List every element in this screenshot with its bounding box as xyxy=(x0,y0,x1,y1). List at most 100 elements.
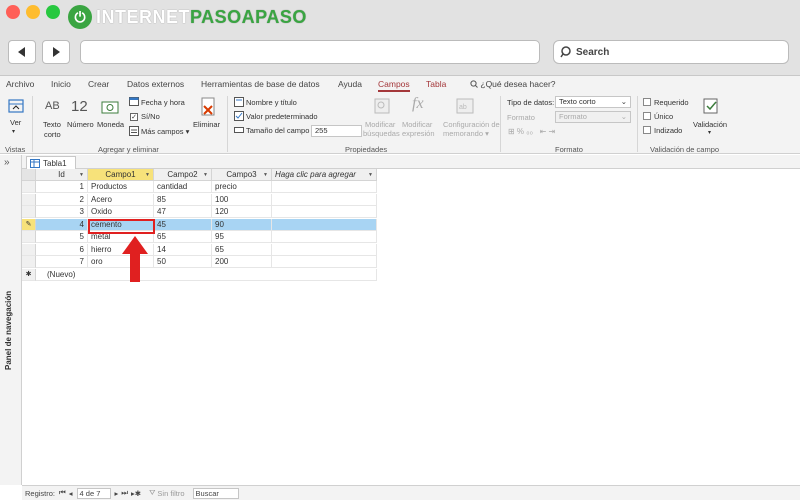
record-position-input[interactable]: 4 de 7 xyxy=(76,487,111,499)
new-record-row[interactable]: ✱ (Nuevo) xyxy=(22,268,377,281)
indexed-checkbox[interactable] xyxy=(643,126,651,134)
previous-record-button[interactable]: ◂ xyxy=(69,489,73,498)
cell-id[interactable]: 5 xyxy=(36,231,88,243)
tab-datos-externos[interactable]: Datos externos xyxy=(127,79,184,89)
ver-button[interactable]: Ver xyxy=(10,118,21,127)
cell-add-field[interactable] xyxy=(272,231,377,243)
table-row[interactable]: 3 Oxido 47 120 xyxy=(22,206,377,218)
row-selector[interactable] xyxy=(22,193,36,206)
cell-campo3[interactable]: 90 xyxy=(212,218,272,231)
modify-lookups-button[interactable]: Modificar xyxy=(365,120,395,129)
tab-archivo[interactable]: Archivo xyxy=(6,79,34,89)
cell-campo3[interactable]: precio xyxy=(212,181,272,193)
column-dropdown-icon[interactable]: ▼ xyxy=(263,172,268,178)
next-record-button[interactable]: ▸ xyxy=(115,489,119,498)
modify-lookups-button-line2[interactable]: búsquedas xyxy=(363,129,400,138)
forward-button[interactable] xyxy=(42,40,70,64)
address-bar[interactable] xyxy=(80,40,540,64)
currency-button[interactable]: Moneda xyxy=(97,120,124,129)
modify-expression-button[interactable]: Modificar xyxy=(402,120,432,129)
row-selector[interactable] xyxy=(22,231,36,243)
format-buttons-icons[interactable]: ⊞ % ₀₀ ⇤ ⇥ xyxy=(508,127,555,136)
filter-status[interactable]: Sin filtro xyxy=(157,489,184,498)
cell-add-field[interactable] xyxy=(272,193,377,206)
select-all-corner[interactable] xyxy=(22,169,36,181)
cell-add-field[interactable] xyxy=(272,243,377,256)
column-header-campo3[interactable]: Campo3 ▼ xyxy=(212,169,272,181)
tab-herramientas[interactable]: Herramientas de base de datos xyxy=(201,79,320,89)
table-row[interactable]: ✎ 4 cemento 45 90 xyxy=(22,218,377,231)
cell-campo1[interactable]: Oxido xyxy=(88,206,154,218)
tab-tabla[interactable]: Tabla xyxy=(426,79,446,89)
tab-tabla1[interactable]: Tabla1 xyxy=(26,156,76,169)
table-row[interactable]: 5 metal 65 95 xyxy=(22,231,377,243)
last-record-button[interactable]: ⏭ xyxy=(121,488,128,498)
new-record-button[interactable]: ▸✱ xyxy=(131,489,141,498)
browser-search-box[interactable]: Search xyxy=(553,40,789,64)
tab-ayuda[interactable]: Ayuda xyxy=(338,79,362,89)
cell-add-field[interactable] xyxy=(272,218,377,231)
ver-dropdown-icon[interactable]: ▾ xyxy=(12,128,15,135)
table-row[interactable]: 6 hierro 14 65 xyxy=(22,243,377,256)
cell-campo2[interactable]: 14 xyxy=(154,243,212,256)
cell-campo2[interactable]: 47 xyxy=(154,206,212,218)
cell-campo2[interactable]: 50 xyxy=(154,256,212,268)
date-time-button[interactable]: Fecha y hora xyxy=(141,98,185,107)
search-records-input[interactable]: Buscar xyxy=(192,487,239,499)
column-dropdown-icon[interactable]: ▼ xyxy=(79,172,84,178)
cell-id[interactable]: 4 xyxy=(36,218,88,231)
column-header-campo1[interactable]: Campo1 ▼ xyxy=(88,169,154,181)
tab-crear[interactable]: Crear xyxy=(88,79,109,89)
short-text-button[interactable]: Texto xyxy=(43,120,61,129)
cell-campo3[interactable]: 120 xyxy=(212,206,272,218)
tell-me-search[interactable]: ¿Qué desea hacer? xyxy=(470,79,556,89)
cell-campo3[interactable]: 200 xyxy=(212,256,272,268)
new-record-cell[interactable]: (Nuevo) xyxy=(36,268,377,281)
name-caption-button[interactable]: Nombre y título xyxy=(246,98,297,107)
modify-expression-button-line2[interactable]: expresión xyxy=(402,129,435,138)
cell-id[interactable]: 3 xyxy=(36,206,88,218)
unique-checkbox[interactable] xyxy=(643,112,651,120)
default-value-button[interactable]: Valor predeterminado xyxy=(246,112,318,121)
cell-id[interactable]: 1 xyxy=(36,181,88,193)
cell-campo3[interactable]: 95 xyxy=(212,231,272,243)
yes-no-button[interactable]: Sí/No xyxy=(141,112,160,121)
validation-button[interactable]: Validación xyxy=(693,120,727,129)
validation-dropdown-icon[interactable]: ▾ xyxy=(708,129,711,136)
cell-add-field[interactable] xyxy=(272,206,377,218)
table-row[interactable]: 7 oro 50 200 xyxy=(22,256,377,268)
required-checkbox[interactable] xyxy=(643,98,651,106)
memo-settings-button-line2[interactable]: memorando ▾ xyxy=(443,129,489,138)
data-type-select[interactable]: Texto corto ⌄ xyxy=(555,96,631,108)
cell-campo2[interactable]: cantidad xyxy=(154,181,212,193)
table-row[interactable]: 2 Acero 85 100 xyxy=(22,193,377,206)
cell-campo2[interactable]: 65 xyxy=(154,231,212,243)
table-row[interactable]: 1 Productos cantidad precio xyxy=(22,181,377,193)
cell-id[interactable]: 6 xyxy=(36,243,88,256)
cell-campo2[interactable]: 85 xyxy=(154,193,212,206)
first-record-button[interactable]: ⏮ xyxy=(59,488,66,498)
cell-campo3[interactable]: 65 xyxy=(212,243,272,256)
tab-campos[interactable]: Campos xyxy=(378,79,410,92)
cell-add-field[interactable] xyxy=(272,256,377,268)
row-selector[interactable] xyxy=(22,243,36,256)
maximize-window-button[interactable] xyxy=(46,5,60,19)
tab-inicio[interactable]: Inicio xyxy=(51,79,71,89)
cell-add-field[interactable] xyxy=(272,181,377,193)
cell-campo1[interactable]: Productos xyxy=(88,181,154,193)
format-select[interactable]: Formato ⌄ xyxy=(555,111,631,123)
field-size-input[interactable]: 255 xyxy=(311,125,362,137)
column-header-campo2[interactable]: Campo2 ▼ xyxy=(154,169,212,181)
short-text-button-line2[interactable]: corto xyxy=(44,130,61,139)
delete-button[interactable]: Eliminar xyxy=(193,120,220,129)
row-selector[interactable] xyxy=(22,256,36,268)
number-button[interactable]: Número xyxy=(67,120,94,129)
column-dropdown-icon[interactable]: ▼ xyxy=(145,172,150,178)
more-fields-button[interactable]: Más campos ▾ xyxy=(141,127,189,136)
cell-id[interactable]: 7 xyxy=(36,256,88,268)
cell-campo2[interactable]: 45 xyxy=(154,218,212,231)
back-button[interactable] xyxy=(8,40,36,64)
cell-campo1[interactable]: Acero xyxy=(88,193,154,206)
row-selector[interactable] xyxy=(22,206,36,218)
column-header-id[interactable]: Id ▼ xyxy=(36,169,88,181)
